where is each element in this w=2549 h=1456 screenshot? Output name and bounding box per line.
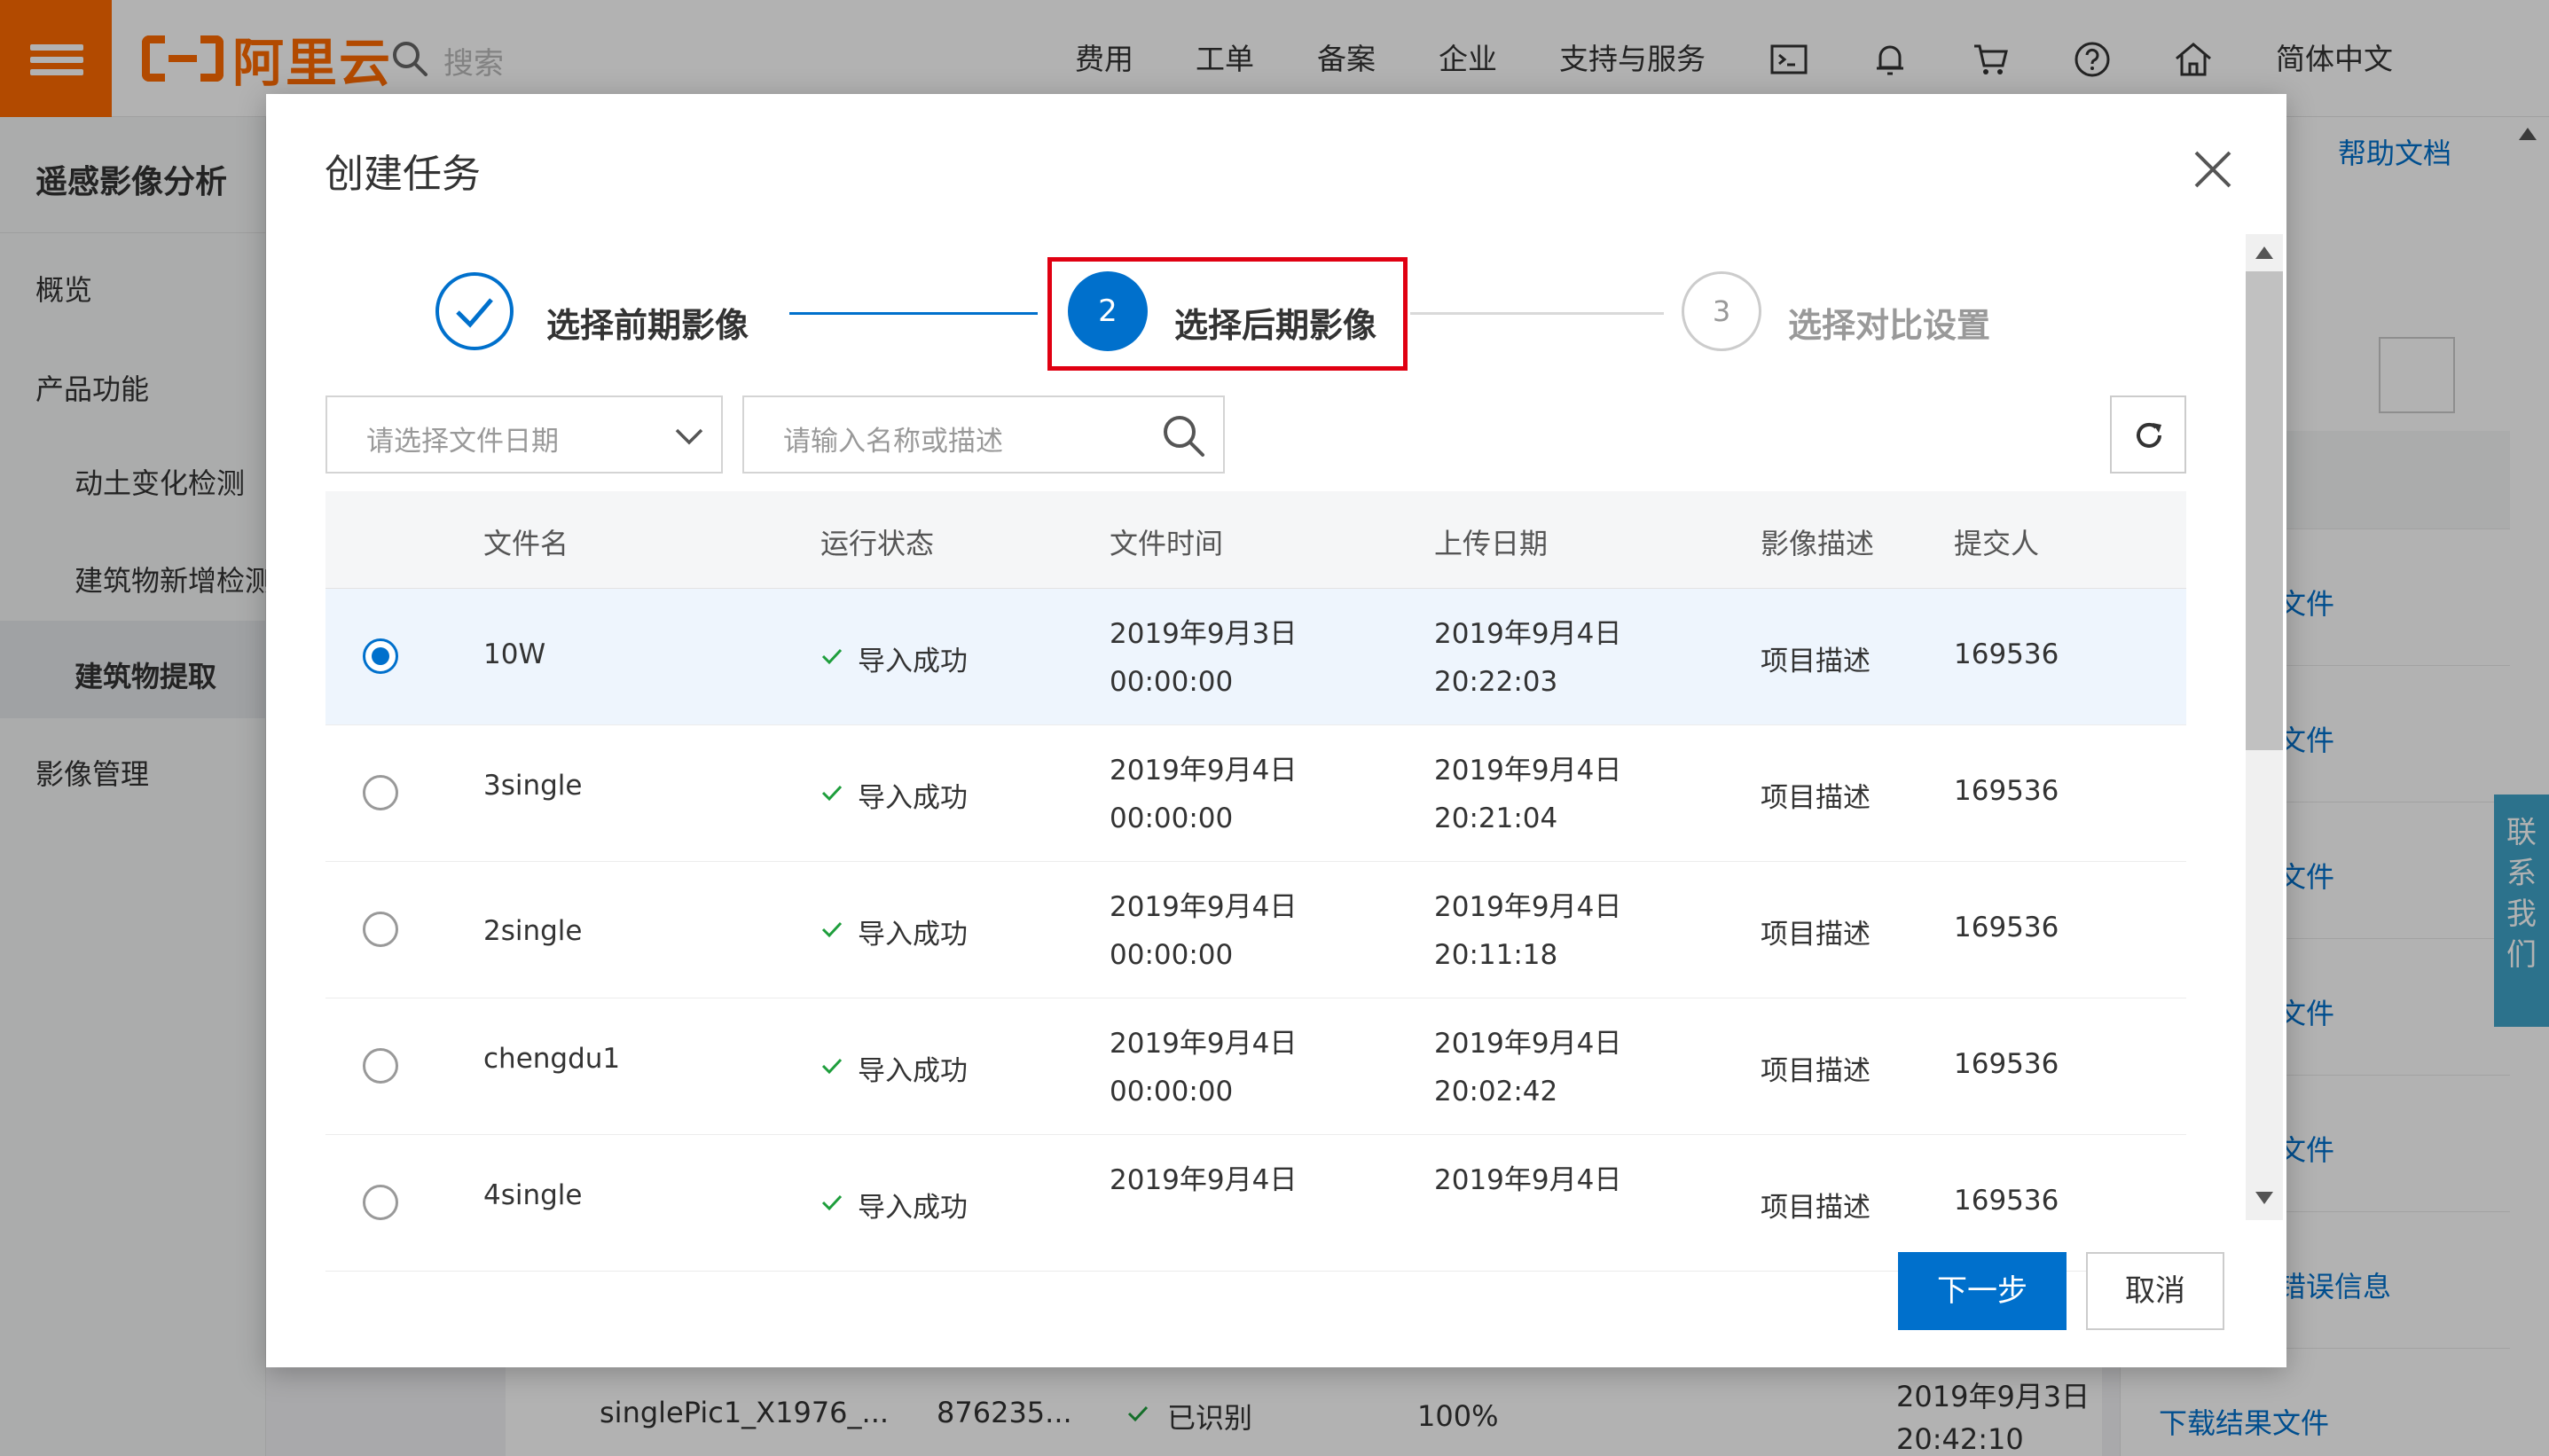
row-upload-date: 2019年9月4日: [1434, 891, 1622, 923]
step-connector: [1410, 312, 1664, 315]
row-upload-time: 20:02:42: [1434, 1076, 1558, 1108]
row-description: 项目描述: [1761, 1192, 1871, 1224]
next-step-button[interactable]: 下一步: [1898, 1252, 2067, 1330]
close-icon[interactable]: [2187, 144, 2239, 195]
table-row[interactable]: 3single 导入成功 2019年9月4日 00:00:00 2019年9月4…: [325, 725, 2186, 862]
cancel-button[interactable]: 取消: [2086, 1252, 2224, 1330]
row-description: 项目描述: [1761, 646, 1871, 677]
row-radio[interactable]: [363, 912, 398, 947]
file-date-select[interactable]: 请选择文件日期: [325, 395, 723, 474]
row-filename: 3single: [483, 770, 583, 802]
row-upload-time: 20:21:04: [1434, 802, 1558, 834]
scroll-up-icon[interactable]: [2255, 247, 2273, 259]
file-date-placeholder: 请选择文件日期: [366, 426, 559, 458]
row-upload-date: 2019年9月4日: [1434, 755, 1622, 787]
refresh-icon: [2137, 422, 2161, 448]
col-description: 影像描述: [1761, 527, 1875, 560]
row-radio[interactable]: [363, 1185, 398, 1220]
refresh-button[interactable]: [2110, 395, 2186, 474]
row-filename: 2single: [483, 915, 583, 947]
search-icon[interactable]: [1159, 411, 1207, 459]
row-status: 导入成功: [858, 919, 968, 951]
check-icon: [821, 1194, 843, 1211]
row-submitter: 169536: [1954, 1048, 2059, 1080]
row-file-date: 2019年9月4日: [1110, 1164, 1298, 1196]
check-icon: [821, 648, 843, 665]
row-status: 导入成功: [858, 1192, 968, 1224]
row-status: 导入成功: [858, 646, 968, 677]
row-upload-time: 20:11:18: [1434, 939, 1558, 971]
row-radio[interactable]: [363, 775, 398, 810]
row-upload-date: 2019年9月4日: [1434, 618, 1622, 650]
row-submitter: 169536: [1954, 638, 2059, 670]
row-filename: 4single: [483, 1179, 583, 1211]
row-upload-date: 2019年9月4日: [1434, 1164, 1622, 1196]
col-filename: 文件名: [483, 527, 569, 560]
row-radio[interactable]: [363, 638, 398, 674]
step-1-label: 选择前期影像: [546, 306, 749, 345]
row-file-date: 2019年9月3日: [1110, 618, 1298, 650]
name-search-placeholder: 请输入名称或描述: [783, 426, 1003, 458]
row-file-date: 2019年9月4日: [1110, 1028, 1298, 1060]
row-file-time: 00:00:00: [1110, 802, 1234, 834]
create-task-dialog: 创建任务 选择前期影像 2 选择后期影像 3 选择对比设置 请选择文件日期 请输…: [266, 94, 2286, 1367]
step-3-circle: 3: [1682, 271, 1761, 351]
row-upload-time: 20:22:03: [1434, 666, 1558, 698]
name-search-input[interactable]: 请输入名称或描述: [742, 395, 1225, 474]
row-description: 项目描述: [1761, 782, 1871, 814]
row-upload-date: 2019年9月4日: [1434, 1028, 1622, 1060]
row-file-time: 00:00:00: [1110, 666, 1234, 698]
row-file-date: 2019年9月4日: [1110, 755, 1298, 787]
image-table: 文件名 运行状态 文件时间 上传日期 影像描述 提交人 10W 导入成功 201…: [325, 491, 2186, 1307]
step-connector: [789, 312, 1038, 315]
table-row[interactable]: 10W 导入成功 2019年9月3日 00:00:00 2019年9月4日 20…: [325, 589, 2186, 725]
col-submitter: 提交人: [1954, 527, 2040, 560]
row-submitter: 169536: [1954, 912, 2059, 943]
check-icon: [821, 1058, 843, 1075]
dialog-scrollbar-thumb[interactable]: [2246, 271, 2283, 750]
step-3-label: 选择对比设置: [1788, 306, 1991, 345]
row-submitter: 169536: [1954, 1185, 2059, 1217]
row-radio[interactable]: [363, 1048, 398, 1084]
step-highlight-box: [1047, 257, 1408, 371]
table-row[interactable]: 4single 导入成功 2019年9月4日 2019年9月4日 项目描述 16…: [325, 1135, 2186, 1272]
col-file-time: 文件时间: [1110, 527, 1224, 560]
row-file-date: 2019年9月4日: [1110, 891, 1298, 923]
row-filename: 10W: [483, 638, 546, 670]
col-status: 运行状态: [820, 527, 935, 560]
table-row[interactable]: 2single 导入成功 2019年9月4日 00:00:00 2019年9月4…: [325, 862, 2186, 998]
row-status: 导入成功: [858, 782, 968, 814]
chevron-down-icon: [675, 428, 703, 445]
row-status: 导入成功: [858, 1055, 968, 1087]
check-icon: [821, 921, 843, 938]
scroll-down-icon[interactable]: [2255, 1192, 2273, 1204]
dialog-title: 创建任务: [325, 152, 481, 197]
row-description: 项目描述: [1761, 919, 1871, 951]
row-file-time: 00:00:00: [1110, 939, 1234, 971]
row-description: 项目描述: [1761, 1055, 1871, 1087]
step-done-check-icon: [435, 272, 514, 350]
table-header: 文件名 运行状态 文件时间 上传日期 影像描述 提交人: [325, 491, 2186, 589]
col-upload-date: 上传日期: [1434, 527, 1549, 560]
row-submitter: 169536: [1954, 775, 2059, 807]
row-filename: chengdu1: [483, 1043, 621, 1075]
check-icon: [821, 785, 843, 802]
table-row[interactable]: chengdu1 导入成功 2019年9月4日 00:00:00 2019年9月…: [325, 998, 2186, 1135]
row-file-time: 00:00:00: [1110, 1076, 1234, 1108]
